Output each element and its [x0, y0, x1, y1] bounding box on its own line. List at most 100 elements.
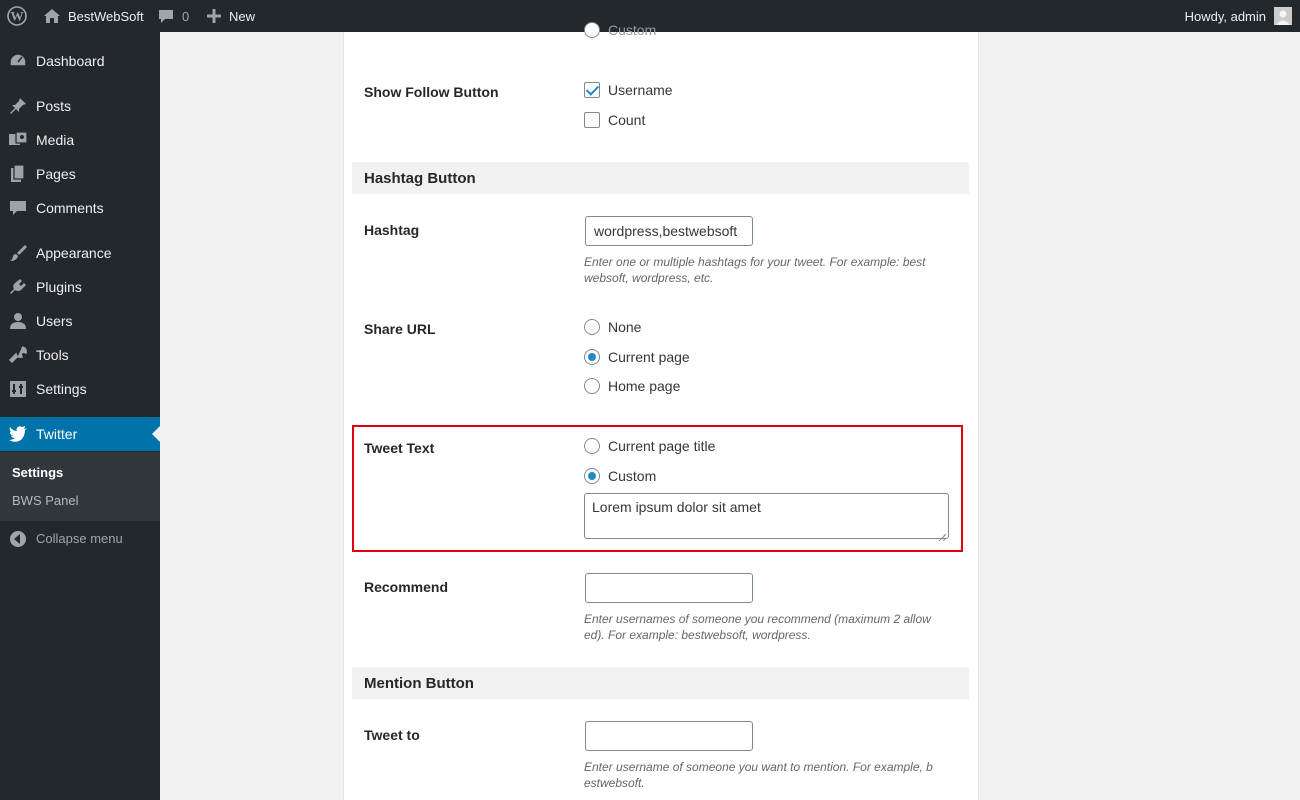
plus-icon [207, 9, 221, 23]
option-label: Count [608, 112, 646, 128]
dashboard-icon [8, 52, 28, 70]
avatar [1274, 7, 1292, 25]
radio-share-home-page[interactable]: Home page [584, 378, 680, 394]
new-label: New [229, 8, 256, 24]
sidebar-item-label: Settings [36, 381, 87, 397]
radio-share-current-page[interactable]: Current page [584, 349, 690, 365]
description-line: Enter one or multiple hashtags for your … [584, 255, 926, 269]
share-url-label: Share URL [364, 321, 436, 337]
mention-section-heading: Mention Button [352, 667, 969, 699]
site-home-link[interactable]: BestWebSoft [43, 0, 144, 32]
checkbox[interactable] [584, 82, 600, 98]
admin-sidebar: Dashboard Posts Media Pages Comments App… [0, 32, 160, 800]
option-label: Custom [608, 22, 657, 38]
description-line: websoft, wordpress, etc. [584, 271, 714, 285]
partial-custom-option[interactable]: Custom [584, 22, 656, 38]
recommend-label: Recommend [364, 579, 449, 595]
twitter-submenu: Settings BWS Panel [0, 452, 160, 521]
sidebar-item-plugins[interactable]: Plugins [0, 270, 160, 304]
comments-link[interactable]: 0 [158, 0, 189, 32]
option-label: Current page [608, 349, 690, 365]
radio-button[interactable] [584, 438, 600, 454]
tweet-to-input[interactable] [585, 721, 753, 751]
comment-icon [8, 199, 28, 217]
description-line: Enter username of someone you want to me… [584, 760, 933, 774]
sidebar-item-label: Comments [36, 200, 104, 216]
option-label: None [608, 319, 642, 335]
home-icon [43, 8, 61, 24]
checkbox-count[interactable]: Count [584, 112, 645, 128]
radio-button[interactable] [584, 319, 600, 335]
comment-bubble-icon [158, 8, 174, 24]
collapse-menu-button[interactable]: Collapse menu [0, 522, 160, 556]
sidebar-item-label: Dashboard [36, 53, 105, 69]
sidebar-item-appearance[interactable]: Appearance [0, 236, 160, 270]
option-label: Current page title [608, 438, 716, 454]
description-line: Enter usernames of someone you recommend… [584, 612, 931, 626]
wrench-icon [8, 346, 28, 364]
sidebar-item-label: Appearance [36, 245, 112, 261]
recommend-input[interactable] [585, 573, 753, 603]
option-label: Username [608, 82, 673, 98]
sidebar-item-label: Tools [36, 347, 69, 363]
sidebar-item-users[interactable]: Users [0, 304, 160, 338]
hashtag-description: Enter one or multiple hashtags for your … [584, 254, 954, 286]
submenu-item-settings[interactable]: Settings [12, 465, 63, 480]
sidebar-item-label: Posts [36, 98, 72, 114]
radio-tweet-current-page-title[interactable]: Current page title [584, 438, 715, 454]
radio-button[interactable] [584, 349, 600, 365]
radio-tweet-custom[interactable]: Custom [584, 468, 656, 484]
hashtag-label: Hashtag [364, 222, 420, 238]
settings-icon [8, 380, 28, 398]
brush-icon [8, 244, 28, 262]
sidebar-item-dashboard[interactable]: Dashboard [0, 44, 160, 78]
recommend-description: Enter usernames of someone you recommend… [584, 611, 954, 643]
hashtag-input[interactable]: wordpress,bestwebsoft [585, 216, 753, 246]
collapse-arrow-icon [8, 530, 28, 548]
wordpress-logo-icon[interactable]: W [7, 0, 27, 32]
collapse-menu-label: Collapse menu [36, 531, 123, 546]
sidebar-item-settings[interactable]: Settings [0, 372, 160, 406]
submenu-item-bws-panel[interactable]: BWS Panel [12, 493, 78, 508]
sidebar-item-pages[interactable]: Pages [0, 157, 160, 191]
radio-button[interactable] [584, 468, 600, 484]
textarea-value: Lorem ipsum dolor sit amet [592, 499, 761, 515]
greeting: Howdy, admin [1184, 8, 1266, 24]
tweet-to-description: Enter username of someone you want to me… [584, 759, 954, 791]
twitter-bird-icon [8, 425, 28, 443]
sidebar-item-label: Media [36, 132, 75, 148]
pages-icon [8, 164, 28, 183]
sidebar-item-label: Twitter [36, 426, 78, 442]
checkbox-username[interactable]: Username [584, 82, 673, 98]
pin-icon [8, 97, 28, 115]
radio-button[interactable] [584, 22, 600, 38]
tweet-text-textarea[interactable]: Lorem ipsum dolor sit amet [584, 493, 949, 542]
tweet-to-label: Tweet to [364, 727, 420, 743]
sidebar-item-tools[interactable]: Tools [0, 338, 160, 372]
tweet-text-label: Tweet Text [364, 440, 435, 456]
sidebar-item-twitter[interactable]: Twitter [0, 417, 160, 451]
resize-grip-icon[interactable] [938, 528, 947, 542]
sidebar-item-media[interactable]: Media [0, 123, 160, 157]
radio-share-none[interactable]: None [584, 319, 641, 335]
show-follow-label: Show Follow Button [364, 84, 499, 100]
new-content-link[interactable]: New [207, 0, 255, 32]
sidebar-item-label: Plugins [36, 279, 82, 295]
media-icon [8, 131, 28, 149]
user-account-menu[interactable]: Howdy, admin [1185, 0, 1292, 32]
user-icon [8, 312, 28, 330]
site-name: BestWebSoft [68, 8, 144, 24]
description-line: ed). For example: bestwebsoft, wordpress… [584, 628, 811, 642]
hashtag-section-heading: Hashtag Button [352, 162, 969, 194]
checkbox[interactable] [584, 112, 600, 128]
sidebar-item-posts[interactable]: Posts [0, 89, 160, 123]
svg-text:W: W [11, 9, 24, 24]
option-label: Custom [608, 468, 657, 484]
description-line: estwebsoft. [584, 776, 645, 790]
sidebar-item-label: Pages [36, 166, 76, 182]
sidebar-item-comments[interactable]: Comments [0, 191, 160, 225]
radio-button[interactable] [584, 378, 600, 394]
plugin-icon [8, 278, 28, 296]
sidebar-item-label: Users [36, 313, 73, 329]
option-label: Home page [608, 378, 681, 394]
